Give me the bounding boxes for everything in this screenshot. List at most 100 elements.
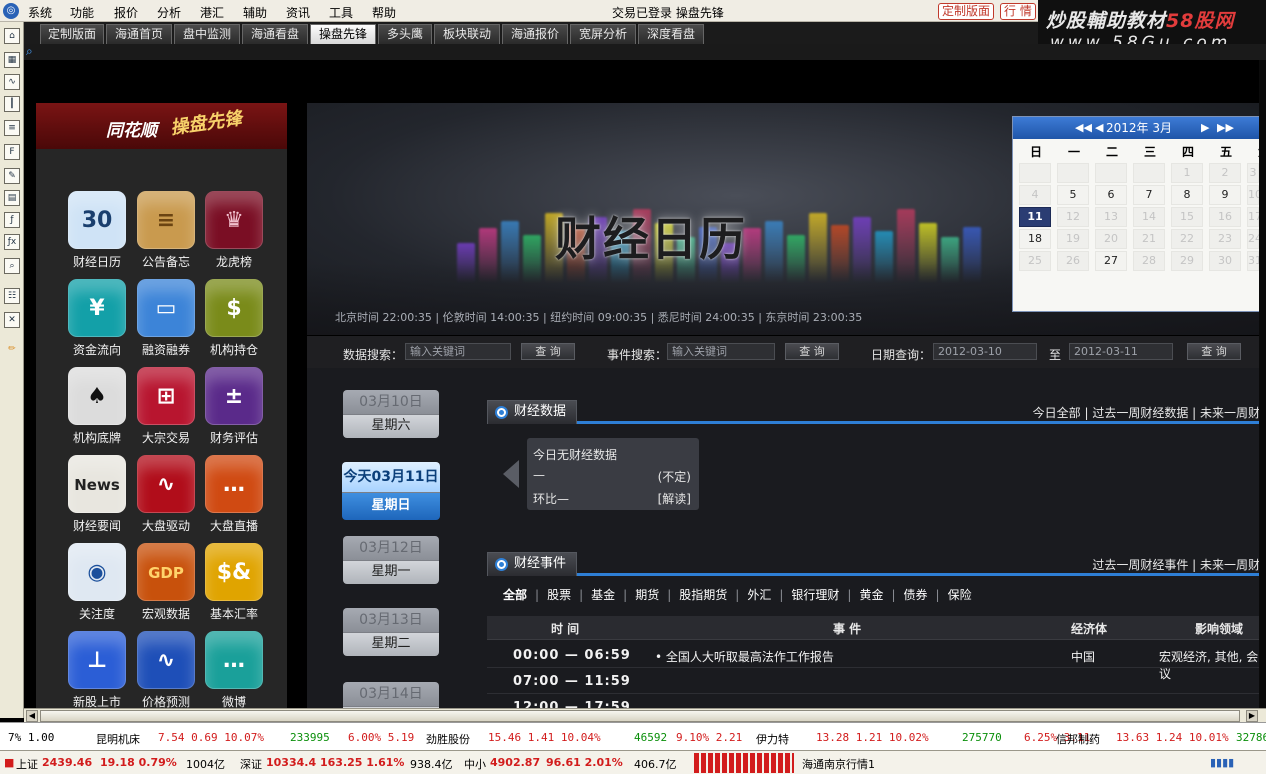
calendar-day[interactable]: 29	[1171, 251, 1203, 271]
network-icon[interactable]: ▮▮▮▮	[1210, 756, 1234, 769]
calendar-day[interactable]: 15	[1171, 207, 1203, 227]
category-3[interactable]: 期货	[635, 588, 659, 602]
calendar-day[interactable]	[1019, 163, 1051, 183]
calendar-day[interactable]: 27	[1095, 251, 1127, 271]
app-tile[interactable]: … 大盘直播	[199, 455, 269, 535]
line-chart-icon[interactable]: ∿	[4, 74, 20, 90]
app-tile[interactable]: ∿ 大盘驱动	[131, 455, 201, 535]
list-icon[interactable]: ≡	[4, 120, 20, 136]
calendar-day[interactable]: 30	[1209, 251, 1241, 271]
date-to-input[interactable]: 2012-03-11	[1069, 343, 1173, 360]
app-tile[interactable]: ⊥ 新股上市	[62, 631, 132, 711]
calendar-day[interactable]: 1	[1171, 163, 1203, 183]
calendar-day[interactable]: 4	[1019, 185, 1051, 205]
app-tile[interactable]: ≡ 公告备忘	[131, 191, 201, 271]
calendar-day[interactable]: 18	[1019, 229, 1051, 249]
app-tile[interactable]: ▭ 融资融券	[131, 279, 201, 359]
tab-wide[interactable]: 宽屏分析	[570, 24, 636, 44]
app-tile[interactable]: ∿ 价格预测	[131, 631, 201, 711]
tab-bull-eagle[interactable]: 多头鹰	[378, 24, 432, 44]
magnify-icon[interactable]: ⌕	[4, 258, 20, 274]
menu-hk[interactable]: 港汇	[200, 4, 224, 21]
calendar-day[interactable]: 31	[1247, 251, 1262, 271]
category-5[interactable]: 外汇	[747, 588, 771, 602]
category-6[interactable]: 银行理财	[791, 588, 839, 602]
scroll-right-icon[interactable]: ▶	[1246, 710, 1258, 722]
category-4[interactable]: 股指期货	[679, 588, 727, 602]
menu-tools[interactable]: 工具	[329, 4, 353, 21]
menu-analysis[interactable]: 分析	[157, 4, 181, 21]
calendar-day[interactable]: 12	[1057, 207, 1089, 227]
calendar-day[interactable]: 23	[1209, 229, 1241, 249]
candle-icon[interactable]: ┃	[4, 96, 20, 112]
horizontal-scrollbar[interactable]: ◀ ▶	[24, 708, 1266, 722]
table-icon[interactable]: ☷	[4, 288, 20, 304]
interpret-link[interactable]: [解读]	[658, 490, 691, 507]
menu-quote[interactable]: 报价	[114, 4, 138, 21]
app-logo-icon[interactable]: ◎	[3, 3, 19, 19]
date-card-today[interactable]: 今天03月11日 星期日	[342, 462, 440, 524]
fx-icon[interactable]: ƒx	[4, 234, 20, 250]
menu-info[interactable]: 资讯	[286, 4, 310, 21]
f10-icon[interactable]: F	[4, 144, 20, 160]
calendar-day[interactable]: 22	[1171, 229, 1203, 249]
app-tile[interactable]: GDP 宏观数据	[131, 543, 201, 623]
calendar-day[interactable]: 2	[1209, 163, 1241, 183]
date-search-button[interactable]: 查 询	[1187, 343, 1241, 360]
calendar-day[interactable]: 3	[1247, 163, 1259, 183]
prev-month-icon[interactable]: ◀	[1095, 117, 1103, 139]
app-tile[interactable]: ♛ 龙虎榜	[199, 191, 269, 271]
calendar-day[interactable]: 19	[1057, 229, 1089, 249]
app-tile[interactable]: ¥ 资金流向	[62, 279, 132, 359]
calendar-day[interactable]: 9	[1209, 185, 1241, 205]
category-7[interactable]: 黄金	[859, 588, 883, 602]
event-row[interactable]: 07:00 — 11:59	[487, 668, 1260, 694]
calendar-day[interactable]: 7	[1133, 185, 1165, 205]
tab-haitong-home[interactable]: 海通首页	[106, 24, 172, 44]
app-tile[interactable]: … 微博	[199, 631, 269, 711]
app-tile[interactable]: ◉ 关注度	[62, 543, 132, 623]
chart-x-icon[interactable]: ✕	[4, 312, 20, 328]
server-name[interactable]: 海通南京行情1	[802, 756, 875, 772]
formula-icon[interactable]: ƒ	[4, 212, 20, 228]
calendar-day[interactable]: 16	[1209, 207, 1241, 227]
pencil-icon[interactable]: ✏	[4, 342, 20, 358]
tab-haitong-view[interactable]: 海通看盘	[242, 24, 308, 44]
event-row[interactable]: 00:00 — 06:59 • 全国人大听取最高法作工作报告 中国 宏观经济, 其他,…	[487, 642, 1260, 681]
app-tile[interactable]: ⊞ 大宗交易	[131, 367, 201, 447]
calendar-day[interactable]: 25	[1019, 251, 1051, 271]
tab-custom[interactable]: 定制版面	[40, 24, 104, 44]
category-0[interactable]: 全部	[503, 588, 527, 602]
calendar-day[interactable]: 5	[1057, 185, 1089, 205]
calendar-day[interactable]	[1057, 163, 1089, 183]
data-search-button[interactable]: 查 询	[521, 343, 575, 360]
tab-operator[interactable]: 操盘先锋	[310, 24, 376, 44]
quote-button[interactable]: 行 情	[1000, 3, 1036, 20]
next-year-icon[interactable]: ▶▶	[1217, 117, 1234, 139]
calendar-day[interactable]	[1133, 163, 1165, 183]
app-tile[interactable]: $ 机构持仓	[199, 279, 269, 359]
app-tile[interactable]: $& 基本汇率	[199, 543, 269, 623]
home-icon[interactable]: ⌂	[4, 28, 20, 44]
menu-help[interactable]: 帮助	[372, 4, 396, 21]
event-search-input[interactable]: 输入关键词	[667, 343, 775, 360]
calendar-day[interactable]: 24	[1247, 229, 1262, 249]
tab-monitor[interactable]: 盘中监测	[174, 24, 240, 44]
econ-event-links[interactable]: 过去一周财经事件 | 未来一周财	[1092, 556, 1260, 573]
search-icon[interactable]: ⌕	[26, 44, 40, 58]
tab-haitong-quote[interactable]: 海通报价	[502, 24, 568, 44]
date-card[interactable]: 03月12日 星期一	[343, 536, 439, 586]
category-8[interactable]: 债券	[904, 588, 928, 602]
app-tile[interactable]: News 财经要闻	[62, 455, 132, 535]
calendar-day[interactable]: 26	[1057, 251, 1089, 271]
date-card[interactable]: 03月13日 星期二	[343, 608, 439, 658]
date-card[interactable]: 03月10日 星期六	[343, 390, 439, 440]
menu-function[interactable]: 功能	[70, 4, 94, 21]
app-tile[interactable]: ♠ 机构底牌	[62, 367, 132, 447]
category-2[interactable]: 基金	[591, 588, 615, 602]
scroll-left-icon[interactable]: ◀	[26, 710, 38, 722]
tip-arrow-icon[interactable]	[503, 460, 519, 488]
scroll-thumb[interactable]	[40, 710, 1240, 722]
event-search-button[interactable]: 查 询	[785, 343, 839, 360]
menu-assist[interactable]: 辅助	[243, 4, 267, 21]
